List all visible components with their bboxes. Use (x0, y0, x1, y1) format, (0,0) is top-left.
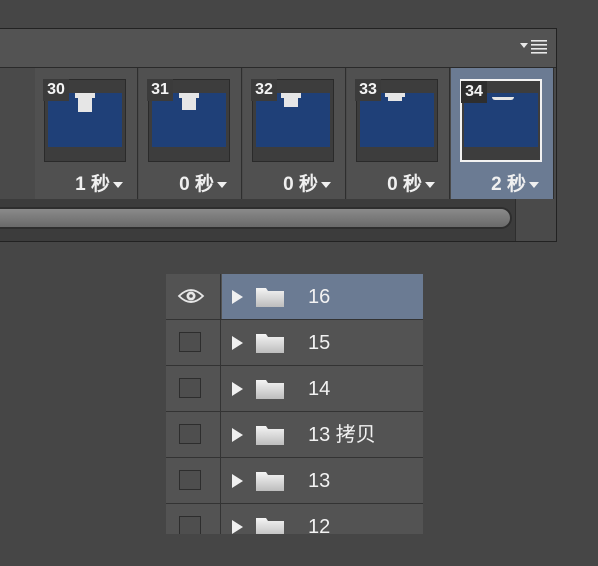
visibility-checkbox[interactable] (179, 332, 201, 352)
visibility-toggle[interactable] (166, 274, 221, 319)
layers-panel: 16 15 14 13 拷贝 13 12 (166, 274, 423, 534)
visibility-toggle[interactable] (166, 412, 221, 457)
expand-triangle-icon[interactable] (232, 382, 243, 396)
frame-delay-dropdown[interactable]: 0 秒 (387, 174, 435, 196)
dropdown-arrow-icon (529, 181, 539, 188)
layer-name: 12 (308, 516, 331, 534)
folder-icon (256, 380, 284, 399)
expand-triangle-icon[interactable] (232, 474, 243, 488)
panel-menu-icon[interactable] (520, 38, 548, 54)
layer-row-13[interactable]: 13 (166, 458, 423, 504)
layer-name: 16 (308, 286, 331, 308)
expand-triangle-icon[interactable] (232, 336, 243, 350)
layer-name: 15 (308, 332, 331, 354)
layer-body[interactable]: 13 拷贝 (222, 412, 423, 457)
layer-row-15[interactable]: 15 (166, 320, 423, 366)
eye-icon (177, 289, 205, 303)
frame-number: 30 (43, 79, 69, 101)
layer-body[interactable]: 16 (222, 274, 423, 319)
frame-number: 31 (147, 79, 173, 101)
frame-delay-label: 0 秒 (387, 174, 422, 195)
timeline-scrollbar (0, 199, 556, 241)
visibility-toggle[interactable] (166, 504, 221, 534)
dropdown-arrow-icon (217, 181, 227, 188)
layer-body[interactable]: 12 (222, 504, 423, 534)
frame-delay-label: 2 秒 (491, 174, 526, 195)
layer-row-14[interactable]: 14 (166, 366, 423, 412)
visibility-checkbox[interactable] (179, 470, 201, 490)
timeline-header (0, 29, 556, 68)
frame-number: 32 (251, 79, 277, 101)
timeline-panel: 30 1 秒 31 0 秒 32 0 秒 33 0 秒 34 2 秒 (0, 28, 557, 242)
folder-icon (256, 288, 284, 307)
layer-body[interactable]: 14 (222, 366, 423, 411)
layer-row-13-copy[interactable]: 13 拷贝 (166, 412, 423, 458)
frame-delay-label: 0 秒 (283, 174, 318, 195)
frame-delay-dropdown[interactable]: 2 秒 (491, 174, 539, 196)
scrollbar-corner (515, 199, 556, 241)
visibility-toggle[interactable] (166, 320, 221, 365)
folder-icon (256, 518, 284, 534)
frame-delay-label: 1 秒 (75, 174, 110, 195)
expand-triangle-icon[interactable] (232, 428, 243, 442)
dropdown-arrow-icon (425, 181, 435, 188)
frame-delay-dropdown[interactable]: 0 秒 (283, 174, 331, 196)
frame-delay-dropdown[interactable]: 0 秒 (179, 174, 227, 196)
expand-triangle-icon[interactable] (232, 520, 243, 534)
visibility-toggle[interactable] (166, 366, 221, 411)
expand-triangle-icon[interactable] (232, 290, 243, 304)
visibility-checkbox[interactable] (179, 424, 201, 444)
frame-delay-label: 0 秒 (179, 174, 214, 195)
frame-delay-dropdown[interactable]: 1 秒 (75, 174, 123, 196)
layer-row-12[interactable]: 12 (166, 504, 423, 534)
visibility-checkbox[interactable] (179, 516, 201, 534)
layer-body[interactable]: 15 (222, 320, 423, 365)
visibility-checkbox[interactable] (179, 378, 201, 398)
scrollbar-thumb[interactable] (0, 209, 510, 227)
visibility-toggle[interactable] (166, 458, 221, 503)
layer-body[interactable]: 13 (222, 458, 423, 503)
dropdown-arrow-icon (321, 181, 331, 188)
layer-name: 13 拷贝 (308, 424, 376, 446)
frame-number: 34 (461, 81, 487, 103)
dropdown-arrow-icon (113, 181, 123, 188)
layer-name: 14 (308, 378, 331, 400)
folder-icon (256, 472, 284, 491)
frame-number: 33 (355, 79, 381, 101)
folder-icon (256, 426, 284, 445)
folder-icon (256, 334, 284, 353)
layer-name: 13 (308, 470, 331, 492)
layer-row-16[interactable]: 16 (166, 274, 423, 320)
